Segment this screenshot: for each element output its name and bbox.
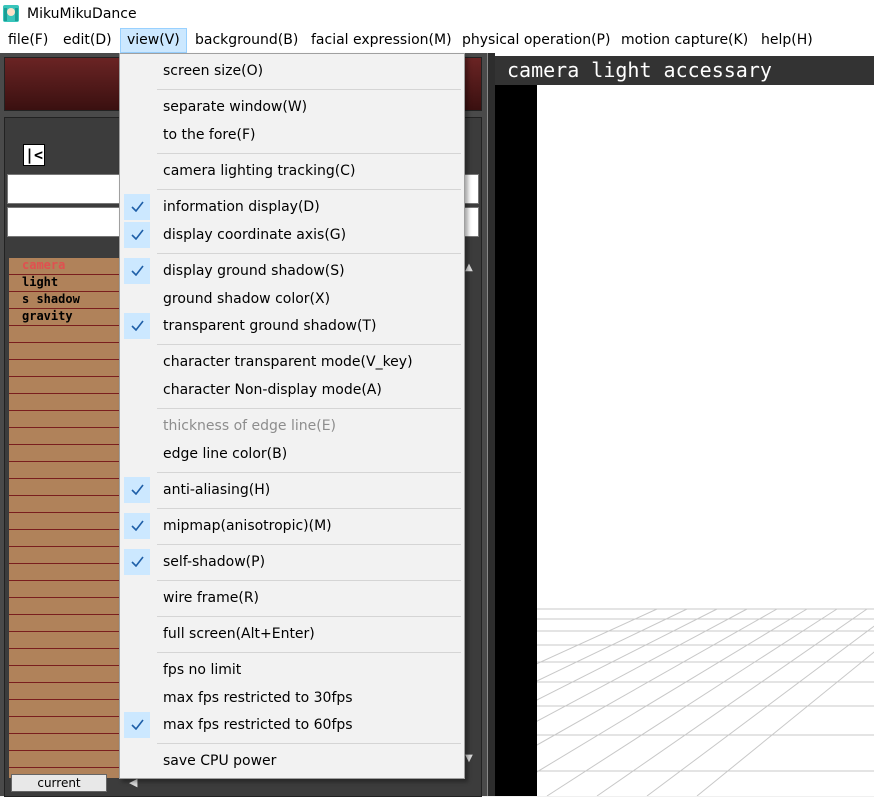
checkmark-icon	[124, 258, 150, 284]
menu-separator	[157, 580, 461, 581]
menu-separator	[157, 544, 461, 545]
menu-separator	[157, 89, 461, 90]
menu-separator	[157, 743, 461, 744]
menu-item-separate-window[interactable]: separate window(W)	[122, 93, 462, 121]
menu-bar: file(F) edit(D) view(V) background(B) fa…	[0, 28, 874, 53]
track-camera[interactable]: camera	[22, 258, 65, 274]
menu-separator	[157, 652, 461, 653]
viewport-tab-title[interactable]: camera light accessary	[495, 56, 874, 85]
track-list[interactable]: camera light s shadow gravity	[9, 258, 125, 778]
menu-edit[interactable]: edit(D)	[57, 28, 118, 53]
menu-item-character-transparent-mode[interactable]: character transparent mode(V_key)	[122, 348, 462, 376]
miku-app-icon	[3, 5, 19, 22]
menu-item-information-display[interactable]: information display(D)	[122, 193, 462, 221]
current-button[interactable]: current	[11, 774, 107, 792]
menu-item-to-the-fore[interactable]: to the fore(F)	[122, 121, 462, 149]
menu-item-edge-line-color[interactable]: edge line color(B)	[122, 440, 462, 468]
menu-separator	[157, 508, 461, 509]
menu-view[interactable]: view(V)	[120, 28, 187, 53]
checkmark-icon	[124, 513, 150, 539]
menu-item-character-non-display-mode[interactable]: character Non-display mode(A)	[122, 376, 462, 404]
menu-separator	[157, 189, 461, 190]
pane-splitter[interactable]	[487, 53, 495, 796]
menu-item-screen-size[interactable]: screen size(O)	[122, 57, 462, 85]
menu-item-max-fps-30[interactable]: max fps restricted to 30fps	[122, 684, 462, 712]
checkmark-icon	[124, 712, 150, 738]
menu-item-wire-frame[interactable]: wire frame(R)	[122, 584, 462, 612]
first-frame-button[interactable]: |<	[23, 144, 45, 166]
menu-item-camera-lighting-tracking[interactable]: camera lighting tracking(C)	[122, 157, 462, 185]
menu-physical-operation[interactable]: physical operation(P)	[456, 28, 616, 53]
menu-item-ground-shadow-color[interactable]: ground shadow color(X)	[122, 285, 462, 313]
viewport-side-bar	[495, 85, 537, 796]
window-title: MikuMikuDance	[27, 6, 137, 22]
menu-item-fps-no-limit[interactable]: fps no limit	[122, 656, 462, 684]
checkmark-icon	[124, 549, 150, 575]
menu-item-display-coordinate-axis[interactable]: display coordinate axis(G)	[122, 221, 462, 249]
menu-facial-expression[interactable]: facial expression(M)	[305, 28, 458, 53]
menu-separator	[157, 153, 461, 154]
checkmark-icon	[124, 194, 150, 220]
menu-help[interactable]: help(H)	[755, 28, 819, 53]
menu-separator	[157, 344, 461, 345]
checkmark-icon	[124, 477, 150, 503]
menu-separator	[157, 408, 461, 409]
track-self-shadow[interactable]: s shadow	[22, 292, 80, 308]
menu-background[interactable]: background(B)	[189, 28, 304, 53]
menu-separator	[157, 472, 461, 473]
menu-item-self-shadow[interactable]: self-shadow(P)	[122, 548, 462, 576]
menu-item-thickness-of-edge-line[interactable]: thickness of edge line(E)	[122, 412, 462, 440]
checkmark-icon	[124, 313, 150, 339]
menu-item-anti-aliasing[interactable]: anti-aliasing(H)	[122, 476, 462, 504]
track-light[interactable]: light	[22, 275, 58, 291]
menu-motion-capture[interactable]: motion capture(K)	[615, 28, 754, 53]
3d-viewport[interactable]: camera light accessary	[495, 53, 874, 796]
menu-separator	[157, 616, 461, 617]
checkmark-icon	[124, 222, 150, 248]
menu-item-full-screen[interactable]: full screen(Alt+Enter)	[122, 620, 462, 648]
title-bar: MikuMikuDance	[0, 0, 874, 28]
track-gravity[interactable]: gravity	[22, 309, 73, 325]
menu-item-max-fps-60[interactable]: max fps restricted to 60fps	[122, 711, 462, 739]
menu-item-save-cpu-power[interactable]: save CPU power	[122, 747, 462, 775]
ground-grid	[537, 608, 874, 796]
view-dropdown-menu: screen size(O) separate window(W) to the…	[119, 53, 465, 779]
menu-file[interactable]: file(F)	[2, 28, 54, 53]
menu-separator	[157, 253, 461, 254]
menu-item-mipmap[interactable]: mipmap(anisotropic)(M)	[122, 512, 462, 540]
menu-item-display-ground-shadow[interactable]: display ground shadow(S)	[122, 257, 462, 285]
menu-item-transparent-ground-shadow[interactable]: transparent ground shadow(T)	[122, 312, 462, 340]
